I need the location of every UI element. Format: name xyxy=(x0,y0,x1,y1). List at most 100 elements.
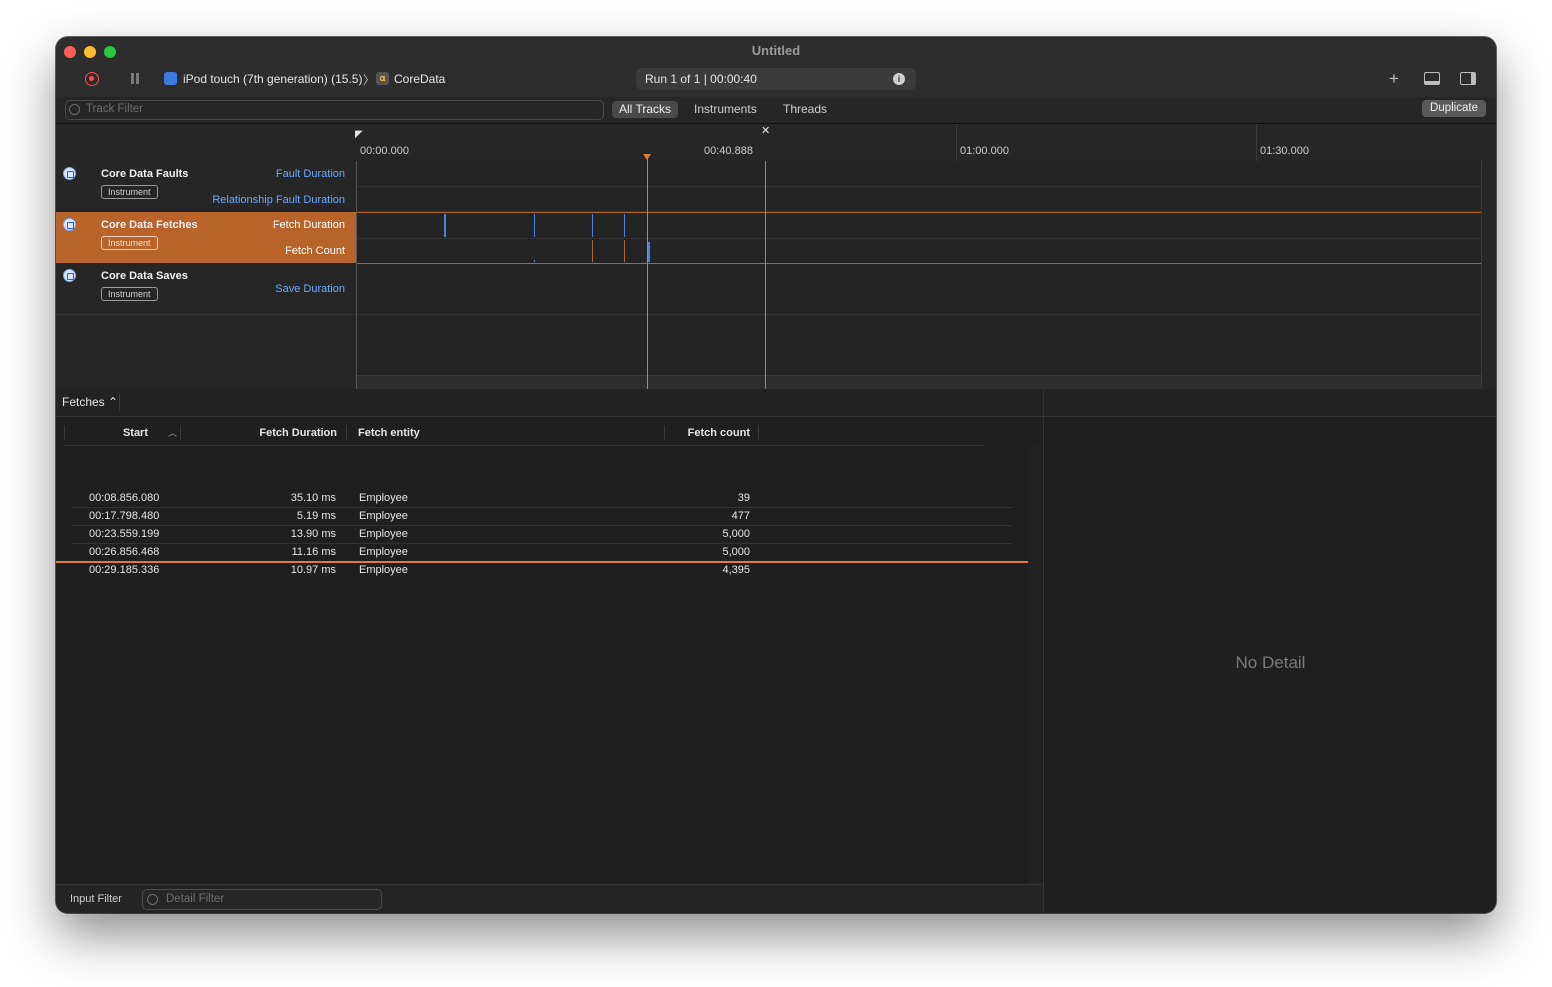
ruler-tick-label: 00:40.888 xyxy=(704,145,753,157)
record-button[interactable] xyxy=(85,72,99,86)
column-fetch-duration[interactable]: Fetch Duration xyxy=(184,427,337,439)
inspection-end-icon[interactable]: ✕ xyxy=(761,124,770,137)
cell-duration: 10.97 ms xyxy=(290,564,336,576)
track-core-data-faults[interactable]: Core Data Faults Instrument Fault Durati… xyxy=(56,161,356,213)
track-vertical-scrollbar[interactable] xyxy=(1481,161,1496,389)
cell-count: 4,395 xyxy=(722,564,750,576)
table-row[interactable]: 00:08.856.080 35.10 ms Employee 39 xyxy=(72,489,1012,508)
cell-entity: Employee xyxy=(359,528,408,540)
timeline-ruler[interactable]: 00:00.000 00:40.888 01:00.000 01:30.000 … xyxy=(355,124,1496,162)
cell-count: 5,000 xyxy=(722,528,750,540)
window-title: Untitled xyxy=(751,43,801,58)
lane-save-duration: Save Duration xyxy=(275,283,345,295)
table-row[interactable]: 00:23.559.199 13.90 ms Employee 5,000 xyxy=(72,525,1012,544)
sort-ascending-icon: ︿ xyxy=(168,428,178,438)
track-filter-input[interactable]: Track Filter xyxy=(65,100,604,120)
info-icon[interactable]: i xyxy=(893,73,905,85)
cell-duration: 11.16 ms xyxy=(291,546,336,558)
fetch-duration-mark[interactable] xyxy=(534,214,535,237)
lane-fetch-duration: Fetch Duration xyxy=(272,219,345,231)
record-icon xyxy=(89,76,94,81)
tab-instruments[interactable]: Instruments xyxy=(687,101,764,118)
track-core-data-saves[interactable]: Core Data Saves Instrument Save Duration xyxy=(56,263,356,315)
pause-button[interactable] xyxy=(131,73,141,85)
fetch-duration-mark[interactable] xyxy=(592,214,593,237)
fetch-duration-mark[interactable] xyxy=(444,214,446,237)
target-process[interactable]: CoreData xyxy=(394,72,445,86)
track-core-data-fetches[interactable]: Core Data Fetches Instrument Fetch Durat… xyxy=(56,212,356,263)
no-detail-text: No Detail xyxy=(1235,653,1306,672)
device-icon xyxy=(164,72,177,85)
table-row[interactable]: 00:17.798.480 5.19 ms Employee 477 xyxy=(72,507,1012,526)
table-scrollbar[interactable] xyxy=(1028,446,1042,906)
detail-filter-input[interactable]: Detail Filter xyxy=(142,889,382,910)
instrument-icon xyxy=(63,269,76,282)
detail-filter-placeholder: Detail Filter xyxy=(166,893,225,905)
tab-threads[interactable]: Threads xyxy=(776,101,834,118)
track-filter-bar: Track Filter All Tracks Instruments Thre… xyxy=(56,97,1496,124)
lane-fault-duration: Fault Duration xyxy=(275,168,345,180)
pause-icon xyxy=(131,73,134,84)
target-device[interactable]: iPod touch (7th generation) (15.5) xyxy=(183,72,362,86)
cell-start: 00:23.559.199 xyxy=(89,528,160,540)
table-header: Start ︿ Fetch Duration Fetch entity Fetc… xyxy=(64,421,984,446)
ruler-corner xyxy=(56,124,356,162)
cell-start: 00:17.798.480 xyxy=(89,510,160,522)
cell-start: 00:08.856.080 xyxy=(89,492,160,504)
cell-entity: Employee xyxy=(359,492,408,504)
fetch-count-mark[interactable] xyxy=(534,260,535,262)
ruler-tick-label: 01:30.000 xyxy=(1260,145,1309,157)
toggle-inspector-icon[interactable] xyxy=(1460,72,1476,85)
cell-count: 477 xyxy=(731,510,750,522)
instruments-window: Untitled iPod touch (7th generation) (15… xyxy=(56,37,1496,913)
cell-duration: 13.90 ms xyxy=(290,528,336,540)
lane-relationship-fault-duration: Relationship Fault Duration xyxy=(212,194,345,206)
track-list: Core Data Faults Instrument Fault Durati… xyxy=(56,161,1496,390)
fetch-count-mark[interactable] xyxy=(648,242,650,262)
cell-start: 00:26.856.468 xyxy=(89,546,160,558)
cell-duration: 5.19 ms xyxy=(296,510,336,522)
column-fetch-count[interactable]: Fetch count xyxy=(668,427,750,439)
instrument-icon xyxy=(63,218,76,231)
cell-entity: Employee xyxy=(359,546,408,558)
instrument-icon xyxy=(63,167,76,180)
cell-count: 5,000 xyxy=(722,546,750,558)
fetch-duration-mark[interactable] xyxy=(624,214,625,237)
playhead-line[interactable] xyxy=(647,157,648,389)
extended-detail-pane: No Detail xyxy=(1043,389,1496,913)
cell-entity: Employee xyxy=(359,564,408,576)
table-row[interactable]: 00:29.185.336 10.97 ms Employee 4,395 xyxy=(72,561,1012,579)
track-filter-placeholder: Track Filter xyxy=(86,103,144,115)
instrument-name: Core Data Saves xyxy=(101,270,188,282)
lane-fetch-count: Fetch Count xyxy=(285,245,345,257)
tab-all-tracks[interactable]: All Tracks xyxy=(612,101,679,118)
breadcrumb-chevron-icon: 〉 xyxy=(363,73,376,87)
cell-start: 00:29.185.336 xyxy=(89,564,160,576)
table-row-selected[interactable]: 00:26.856.468 11.16 ms Employee 5,000 xyxy=(56,543,1028,563)
inspection-start-handle[interactable]: ◤ xyxy=(355,129,363,140)
cell-duration: 35.10 ms xyxy=(290,492,336,504)
bottom-filter-bar: Input Filter Detail Filter xyxy=(56,884,1043,913)
run-status-box[interactable]: Run 1 of 1 | 00:00:40 i xyxy=(636,68,916,90)
toolbar: Untitled iPod touch (7th generation) (15… xyxy=(56,37,1496,98)
filter-icon xyxy=(69,104,80,115)
run-status: Run 1 of 1 | 00:00:40 xyxy=(645,72,757,86)
input-filter-label[interactable]: Input Filter xyxy=(70,893,122,905)
add-instrument-icon[interactable]: + xyxy=(1389,69,1399,89)
duplicate-button[interactable]: Duplicate xyxy=(1422,100,1486,117)
timeline-scrollbar[interactable] xyxy=(356,375,1481,390)
column-fetch-entity[interactable]: Fetch entity xyxy=(358,427,420,439)
app-icon: 𝛂 xyxy=(376,72,389,85)
column-start[interactable]: Start xyxy=(64,427,148,439)
filter-icon xyxy=(147,894,158,905)
inspection-end-line xyxy=(765,161,766,389)
detail-table-pane: Fetches ⌃ Start ︿ Fetch Duration Fetch e… xyxy=(56,389,1043,913)
fetch-count-mark[interactable] xyxy=(624,240,625,262)
cell-entity: Employee xyxy=(359,510,408,522)
fetch-count-mark[interactable] xyxy=(592,240,593,262)
cell-count: 39 xyxy=(737,492,750,504)
detail-view-selector[interactable]: Fetches ⌃ xyxy=(62,395,118,409)
toggle-bottom-pane-icon[interactable] xyxy=(1424,72,1440,85)
ruler-tick-label: 00:00.000 xyxy=(360,145,409,157)
ruler-tick-label: 01:00.000 xyxy=(960,145,1009,157)
